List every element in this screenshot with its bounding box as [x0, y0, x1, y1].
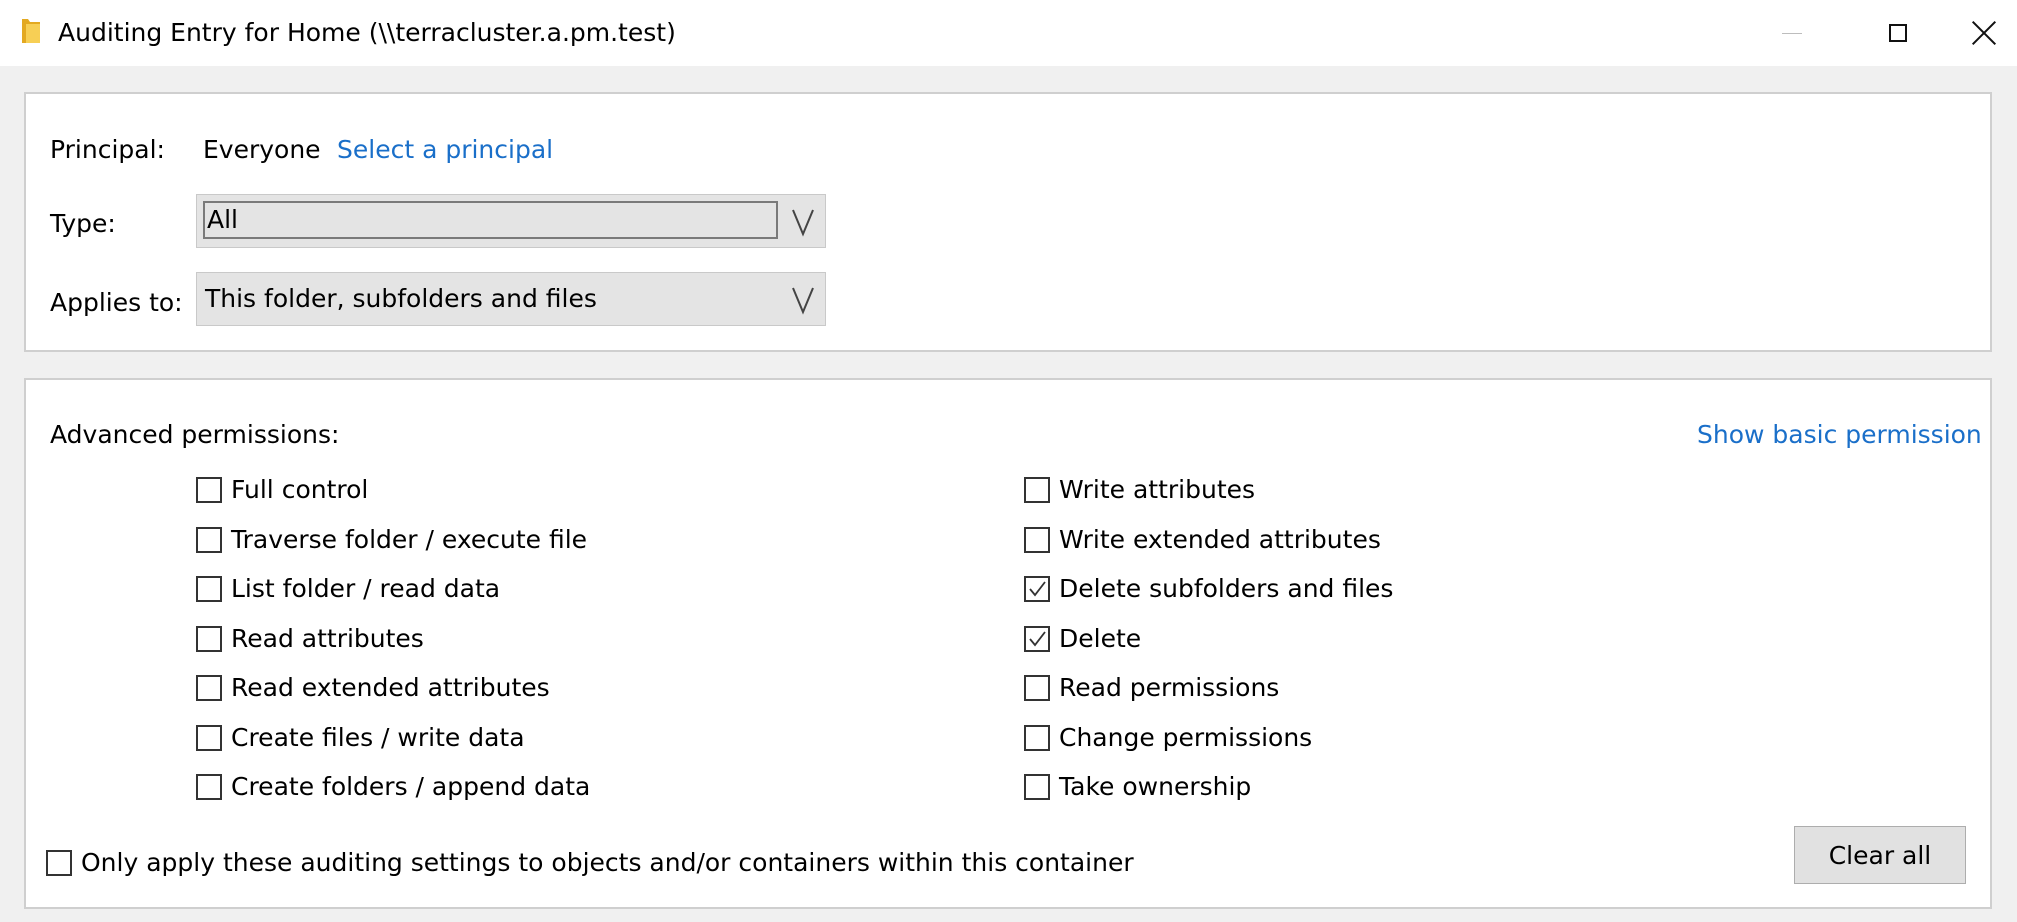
minimize-icon: [1782, 32, 1802, 34]
type-dropdown[interactable]: All: [196, 194, 826, 248]
permission-row[interactable]: Read permissions: [1024, 671, 1279, 705]
applies-to-dropdown-value: This folder, subfolders and files: [205, 284, 597, 313]
permission-label: Read permissions: [1059, 673, 1280, 702]
only-apply-checkbox[interactable]: [46, 850, 72, 876]
type-dropdown-value: All: [203, 201, 778, 239]
chevron-down-icon: [789, 207, 817, 237]
principal-value: Everyone: [203, 135, 321, 164]
permission-checkbox[interactable]: [196, 576, 222, 602]
clear-all-button[interactable]: Clear all: [1794, 826, 1966, 884]
permission-label: Delete subfolders and files: [1059, 574, 1394, 603]
permission-checkbox[interactable]: [196, 675, 222, 701]
folder-icon: [20, 18, 42, 44]
permission-checkbox[interactable]: [1024, 576, 1050, 602]
principal-label: Principal:: [50, 135, 165, 164]
permission-checkbox[interactable]: [196, 526, 222, 553]
permission-checkbox[interactable]: [1024, 675, 1050, 701]
permission-checkbox[interactable]: [1024, 724, 1050, 751]
checkmark-icon: [1029, 630, 1046, 646]
permission-row[interactable]: Delete subfolders and files: [1024, 572, 1393, 606]
show-basic-permission-link[interactable]: Show basic permission: [1697, 418, 1982, 452]
select-principal-link[interactable]: Select a principal: [337, 133, 553, 167]
chevron-down-icon: [789, 285, 817, 315]
permission-label: Write extended attributes: [1059, 524, 1381, 554]
permission-row[interactable]: Read extended attributes: [196, 671, 550, 705]
permission-row[interactable]: List folder / read data: [196, 572, 500, 606]
permission-row[interactable]: Read attributes: [196, 622, 424, 656]
permission-row[interactable]: Write attributes: [1024, 473, 1255, 507]
applies-to-dropdown[interactable]: This folder, subfolders and files: [196, 272, 826, 326]
permission-label: List folder / read data: [231, 574, 501, 603]
permission-label: Create files / write data: [231, 722, 525, 752]
permission-label: Read attributes: [231, 623, 424, 653]
close-button[interactable]: [1950, 0, 2017, 66]
applies-to-label: Applies to:: [50, 288, 183, 317]
window-title: Auditing Entry for Home (\\terracluster.…: [58, 18, 676, 47]
maximize-button[interactable]: [1848, 0, 1948, 66]
permission-checkbox[interactable]: [1024, 526, 1050, 553]
permission-label: Write attributes: [1059, 475, 1256, 504]
minimize-button[interactable]: [1742, 0, 1842, 66]
permission-label: Delete: [1059, 623, 1142, 653]
permission-row[interactable]: Full control: [196, 473, 368, 507]
permission-row[interactable]: Delete: [1024, 622, 1141, 656]
permission-row[interactable]: Create folders / append data: [196, 770, 590, 804]
permission-row[interactable]: Create files / write data: [196, 721, 525, 755]
permission-row[interactable]: Traverse folder / execute file: [196, 523, 587, 557]
permission-label: Create folders / append data: [231, 772, 591, 801]
permission-label: Traverse folder / execute file: [231, 524, 588, 554]
permission-row[interactable]: Take ownership: [1024, 770, 1251, 804]
permission-checkbox[interactable]: [1024, 477, 1050, 503]
permission-checkbox[interactable]: [196, 477, 222, 503]
permission-checkbox[interactable]: [196, 774, 222, 800]
close-icon: [1972, 21, 1996, 45]
permission-label: Read extended attributes: [231, 673, 550, 702]
advanced-permissions-heading: Advanced permissions:: [50, 420, 340, 449]
only-apply-checkbox-row[interactable]: Only apply these auditing settings to ob…: [46, 846, 1134, 880]
maximize-icon: [1889, 24, 1907, 42]
only-apply-label: Only apply these auditing settings to ob…: [81, 848, 1134, 877]
title-bar: Auditing Entry for Home (\\terracluster.…: [0, 0, 2017, 66]
permission-label: Take ownership: [1059, 772, 1252, 801]
permission-checkbox[interactable]: [1024, 774, 1050, 800]
permission-checkbox[interactable]: [196, 625, 222, 652]
permission-label: Change permissions: [1059, 722, 1313, 752]
permission-row[interactable]: Write extended attributes: [1024, 523, 1381, 557]
type-label: Type:: [50, 209, 116, 238]
permission-checkbox[interactable]: [1024, 625, 1050, 652]
permission-row[interactable]: Change permissions: [1024, 721, 1312, 755]
permission-label: Full control: [231, 475, 369, 504]
checkmark-icon: [1029, 581, 1046, 597]
permission-checkbox[interactable]: [196, 724, 222, 751]
